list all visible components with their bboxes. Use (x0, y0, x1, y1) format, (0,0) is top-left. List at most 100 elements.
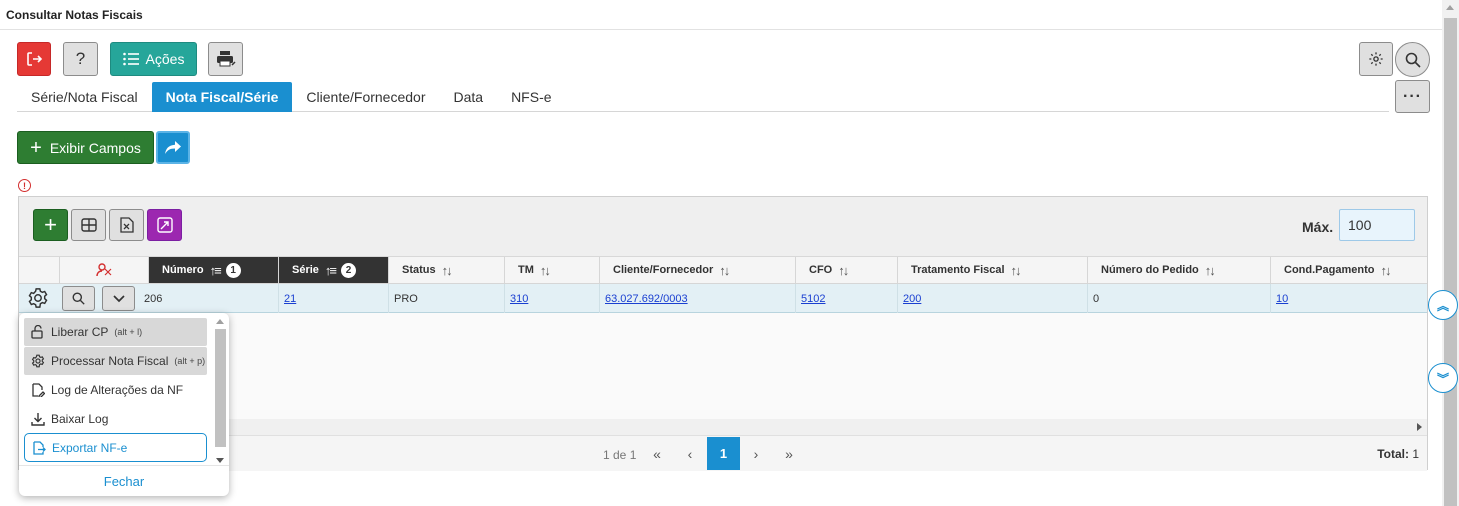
column-header-cliente[interactable]: Cliente/Fornecedor ↑↓ (600, 257, 796, 284)
double-chevron-up-icon: ︽ (1436, 298, 1449, 313)
cell-tm: 310 (505, 284, 600, 313)
row-settings-gear-icon[interactable] (27, 287, 49, 309)
tm-link[interactable]: 310 (510, 293, 528, 305)
cell-cond-pagamento: 10 (1271, 284, 1427, 313)
column-header-cond-pagamento[interactable]: Cond.Pagamento ↑↓ (1271, 257, 1427, 284)
menu-scrollbar-thumb[interactable] (215, 329, 226, 447)
cell-tratamento: 200 (898, 284, 1088, 313)
column-header-cfo[interactable]: CFO ↑↓ (796, 257, 898, 284)
expand-button[interactable] (147, 209, 182, 241)
next-page-button[interactable]: › (746, 444, 766, 464)
acoes-label: Ações (145, 51, 185, 67)
column-header-actions (19, 257, 60, 284)
cell-serie: 21 (279, 284, 389, 313)
close-menu-button[interactable]: Fechar (19, 465, 229, 496)
column-header-status[interactable]: Status ↑↓ (389, 257, 505, 284)
column-header-label: Cond.Pagamento (1284, 264, 1375, 276)
cfo-link[interactable]: 5102 (801, 293, 825, 305)
grid-horizontal-scrollbar[interactable] (229, 419, 1427, 435)
more-options-button[interactable]: ··· (1395, 80, 1430, 113)
page-scrollbar-thumb[interactable] (1444, 18, 1457, 506)
column-header-numero[interactable]: Número ↑≡ 1 (149, 257, 279, 284)
tab-cliente-fornecedor[interactable]: Cliente/Fornecedor (292, 82, 439, 112)
scroll-bottom-button[interactable]: ︾ (1428, 363, 1458, 393)
sort-order-badge: 2 (341, 262, 357, 278)
column-header-serie[interactable]: Série ↑≡ 2 (279, 257, 389, 284)
search-tabs: Série/Nota Fiscal Nota Fiscal/Série Clie… (17, 82, 566, 112)
settings-button[interactable] (1359, 42, 1393, 76)
add-record-button[interactable]: + (33, 209, 68, 241)
row-view-button[interactable] (62, 286, 95, 311)
tab-nfs-e[interactable]: NFS-e (497, 82, 565, 112)
column-header-tratamento[interactable]: Tratamento Fiscal ↑↓ (898, 257, 1088, 284)
last-page-button[interactable]: » (779, 444, 799, 464)
menu-item-liberar-cp[interactable]: Liberar CP (alt + l) (24, 318, 207, 346)
menu-items-list: Liberar CP (alt + l) Processar Nota Fisc… (19, 313, 213, 465)
first-page-button[interactable]: « (647, 444, 667, 464)
shortcut-hint: (alt + p) (174, 356, 206, 366)
column-header-label: Série (292, 264, 319, 276)
search-button[interactable] (1395, 42, 1430, 77)
scroll-up-arrow-icon[interactable] (1446, 5, 1454, 10)
search-icon (72, 292, 85, 305)
scroll-top-button[interactable]: ︽ (1428, 290, 1458, 320)
tab-data[interactable]: Data (439, 82, 497, 112)
scroll-up-arrow-icon[interactable] (216, 319, 224, 324)
print-button[interactable] (208, 42, 243, 76)
column-header-label: Número do Pedido (1101, 264, 1199, 276)
sort-icon: ↑↓ (1204, 262, 1216, 278)
columns-button[interactable] (71, 209, 106, 241)
current-page-button[interactable]: 1 (707, 437, 740, 470)
page-scrollbar[interactable] (1442, 0, 1459, 506)
prev-page-button[interactable]: ‹ (680, 444, 700, 464)
max-records-input[interactable]: 100 (1339, 209, 1415, 241)
menu-item-processar-nf[interactable]: Processar Nota Fiscal (alt + p) (24, 347, 207, 375)
total-value: 1 (1412, 447, 1419, 461)
exit-icon (27, 52, 43, 66)
menu-item-label: Liberar CP (51, 325, 109, 339)
double-chevron-down-icon: ︾ (1436, 371, 1449, 386)
menu-item-log-alteracoes[interactable]: Log de Alterações da NF (24, 376, 207, 404)
column-header-pedido[interactable]: Número do Pedido ↑↓ (1088, 257, 1271, 284)
exibir-campos-label: Exibir Campos (49, 139, 141, 156)
column-header-filter[interactable] (60, 257, 149, 284)
tab-nota-fiscal-serie[interactable]: Nota Fiscal/Série (151, 82, 293, 112)
menu-item-label: Processar Nota Fiscal (51, 354, 169, 368)
export-excel-button[interactable] (109, 209, 144, 241)
row-menu-toggle-button[interactable] (102, 286, 135, 311)
sort-order-badge: 1 (225, 262, 241, 278)
cell-numero: 206 (139, 284, 279, 313)
column-header-tm[interactable]: TM ↑↓ (505, 257, 600, 284)
column-header-label: TM (518, 264, 534, 276)
acoes-button[interactable]: Ações (110, 42, 197, 76)
max-label: Máx. (1302, 219, 1334, 235)
sort-icon: ↑↓ (1380, 262, 1391, 278)
sort-asc-icon: ↑≡ (209, 262, 222, 278)
column-header-label: Tratamento Fiscal (911, 264, 1005, 276)
exit-button[interactable] (17, 42, 51, 76)
menu-item-exportar-nfe[interactable]: Exportar NF-e (24, 433, 207, 462)
scroll-down-arrow-icon[interactable] (216, 458, 224, 463)
menu-item-label: Baixar Log (51, 412, 109, 426)
menu-item-label: Log de Alterações da NF (51, 383, 184, 397)
tab-serie-nota-fiscal[interactable]: Série/Nota Fiscal (17, 82, 152, 112)
printer-icon (216, 51, 236, 67)
serie-link[interactable]: 21 (284, 293, 296, 305)
menu-scrollbar[interactable] (213, 315, 227, 465)
help-button[interactable]: ? (63, 42, 98, 76)
menu-item-baixar-log[interactable]: Baixar Log (24, 405, 207, 433)
cond-pagamento-link[interactable]: 10 (1276, 293, 1288, 305)
share-button[interactable] (156, 131, 190, 164)
share-arrow-icon (165, 140, 181, 154)
sort-icon: ↑↓ (719, 262, 730, 278)
chevron-down-icon (112, 294, 125, 302)
sort-icon: ↑↓ (838, 262, 849, 278)
cliente-link[interactable]: 63.027.692/0003 (605, 293, 688, 305)
file-export-icon (33, 440, 46, 455)
scroll-right-arrow-icon[interactable] (1417, 423, 1422, 431)
help-label: ? (75, 49, 86, 68)
exibir-campos-button[interactable]: + Exibir Campos (17, 131, 154, 164)
warning-icon: ! (18, 179, 31, 192)
tratamento-link[interactable]: 200 (903, 293, 921, 305)
total-label: Total: (1377, 447, 1409, 461)
